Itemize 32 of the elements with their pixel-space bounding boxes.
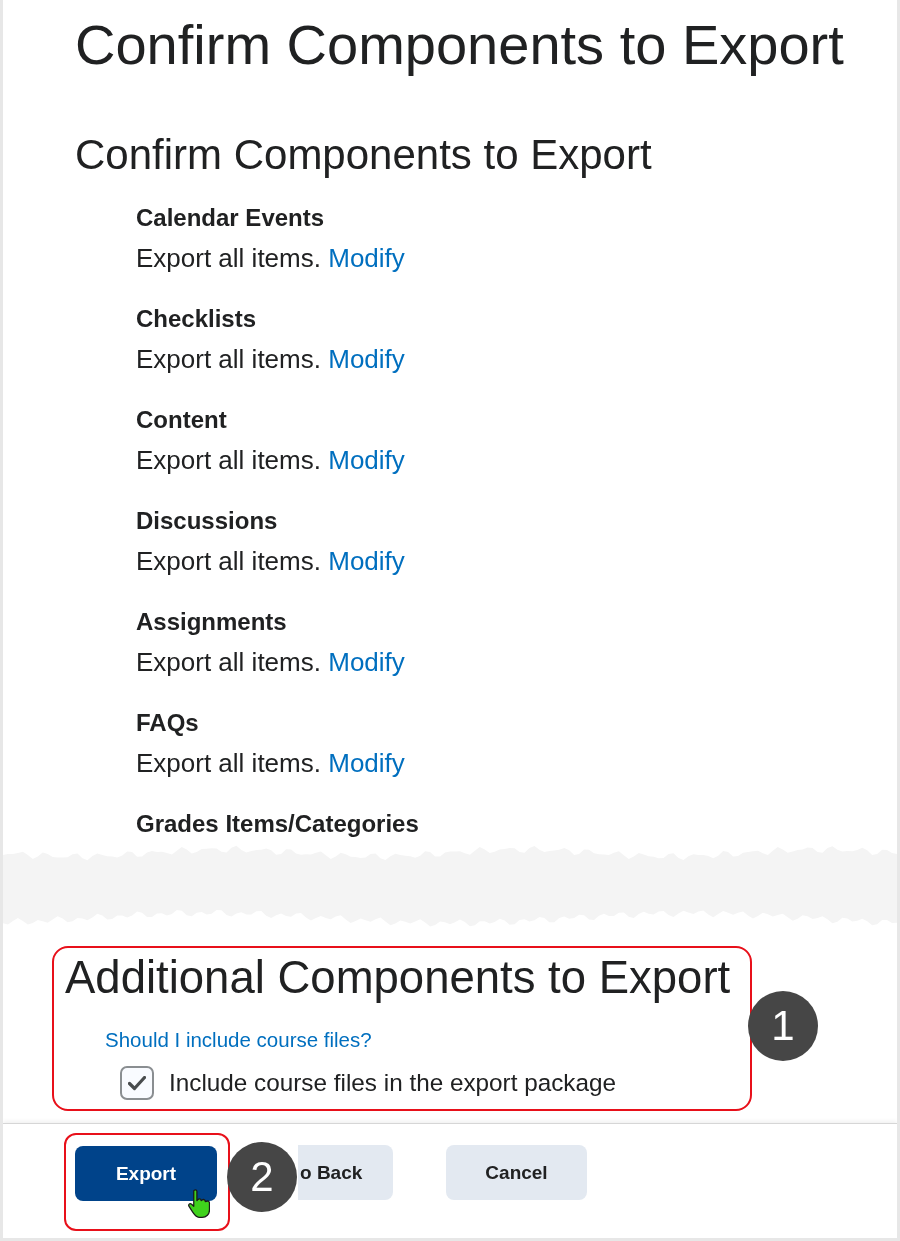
step-marker: 2: [227, 1142, 297, 1212]
export-status-text: Export all items.: [136, 647, 321, 677]
export-status-text: Export all items.: [136, 748, 321, 778]
export-button[interactable]: Export: [75, 1146, 217, 1201]
checkbox-label: Include course files in the export package: [169, 1068, 617, 1098]
modify-link[interactable]: Modify: [328, 748, 405, 778]
export-status-text: Export all items.: [136, 344, 321, 374]
section-heading: Additional Components to Export: [65, 953, 732, 1003]
component-name: Discussions: [136, 506, 279, 536]
footer-button[interactable]: Cancel: [446, 1145, 587, 1200]
component-name: Content: [136, 405, 228, 435]
export-status-text: Export all items.: [136, 243, 321, 273]
step-marker: 1: [748, 991, 818, 1061]
modify-link[interactable]: Modify: [328, 344, 405, 374]
component-name: Checklists: [136, 304, 258, 334]
page-title: Confirm Components to Export: [75, 13, 845, 77]
component-name: Calendar Events: [136, 203, 326, 233]
export-status-text: Export all items.: [136, 546, 321, 576]
checkmark-icon: [128, 1075, 146, 1091]
modify-link[interactable]: Modify: [328, 445, 405, 475]
export-status-text: Export all items.: [136, 445, 321, 475]
hand-cursor-icon: [188, 1189, 210, 1218]
section-heading: Confirm Components to Export: [75, 130, 653, 180]
checkbox[interactable]: [120, 1066, 154, 1100]
help-link[interactable]: Should I include course files?: [105, 1027, 372, 1053]
component-name: FAQs: [136, 708, 200, 738]
modify-link[interactable]: Modify: [328, 546, 405, 576]
modify-link[interactable]: Modify: [328, 647, 405, 677]
component-name: Assignments: [136, 607, 288, 637]
footer-button[interactable]: o Back: [298, 1145, 393, 1200]
modify-link[interactable]: Modify: [328, 243, 405, 273]
component-name: Grades Items/Categories: [136, 809, 420, 839]
